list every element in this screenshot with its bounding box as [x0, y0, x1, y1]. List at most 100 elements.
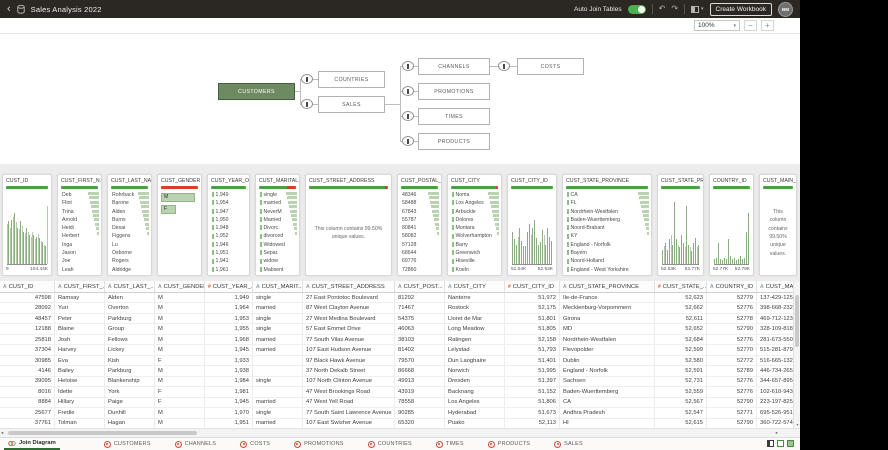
dataset-tab-countries[interactable]: COUNTRIES	[367, 440, 412, 448]
table-cell: 1,933	[205, 355, 253, 366]
table-row[interactable]: 30985 Eva Kish F 1,933 97 Black Hawk Avenue 79…	[0, 355, 800, 367]
table-row[interactable]: 47598 Ramsay Alden M 1,949 single 27 East Pont…	[0, 293, 800, 304]
table-row[interactable]: 28092 Yuri Overton M 1,964 married 87 West Cla…	[0, 303, 800, 314]
dataset-tab-costs[interactable]: COSTS	[240, 440, 270, 448]
undo-icon[interactable]: ↶	[659, 5, 666, 13]
diagram-node-countries[interactable]: COUNTRIES	[318, 71, 385, 88]
back-icon[interactable]: ‹	[7, 4, 11, 15]
table-row[interactable]: 8884 Hillary Paige F 1,945 married 47 West Yel…	[0, 397, 800, 409]
diagram-node-costs[interactable]: COSTS	[517, 58, 584, 75]
histogram-bar	[694, 238, 696, 264]
dataset-tab-channels[interactable]: CHANNELS	[174, 440, 217, 448]
histogram-bar	[681, 234, 682, 264]
table-row[interactable]: 4146 Bailey Parkburg M 1,938 37 North Dekalb …	[0, 366, 800, 377]
column-tile[interactable]: CUST_YEAR_OF_...1,9491,9541,9471,9501,94…	[207, 174, 250, 276]
redo-icon[interactable]: ↷	[671, 5, 678, 13]
column-tile[interactable]: CUST_STATE_PROVINCE CA FL Nordrhein-Westfal…	[562, 174, 652, 276]
dataset-tab-customers[interactable]: CUSTOMERS	[103, 440, 151, 448]
tab-join-diagram[interactable]: Join Diagram	[4, 438, 60, 450]
table-row[interactable]: 12188 Blaine Group M 1,955 single 57 East Emme…	[0, 324, 800, 335]
column-tile[interactable]: CUST_STREET_ADDRESS This column contains …	[305, 174, 392, 276]
column-header[interactable]: A CUST_CITY	[445, 281, 505, 292]
diagram-node-sales[interactable]: SALES	[318, 96, 385, 113]
table-row[interactable]: 48457 Peter Parkburg M 1,953 single 27 West Me…	[0, 313, 800, 325]
diagram-view-icon[interactable]	[767, 440, 774, 447]
column-header[interactable]: A CUST_POST...	[395, 281, 445, 292]
column-header[interactable]: A CUST_MARIT...	[253, 281, 303, 292]
column-header[interactable]: A CUST_STREET_ADDRESS	[303, 281, 395, 292]
scroll-right-icon[interactable]: ▸	[776, 429, 778, 436]
table-cell: 1,968	[205, 334, 253, 345]
column-tile[interactable]: CUST_LAST_NA... Rohrback Barone Alden Burns D…	[107, 174, 152, 276]
column-header[interactable]: # CUST_CITY_ID	[505, 281, 560, 292]
table-row[interactable]: 37304 Harvey Lickey M 1,945 married 107 East H…	[0, 345, 800, 356]
diagram-node-promotions[interactable]: PROMOTIONS	[418, 83, 490, 100]
dataset-tab-sales[interactable]: SALES	[554, 440, 583, 448]
diagram-node-channels[interactable]: CHANNELS	[418, 58, 490, 75]
table-row[interactable]: 25677 Fredie Dunhill M 1,970 single 77 South S…	[0, 408, 800, 419]
column-tile[interactable]: CUST_FIRST_N... Deb Flint Trina Arnold Heidi H…	[57, 174, 102, 276]
column-tile[interactable]: CUST_ID 9 104.44K	[2, 174, 52, 276]
join-icon[interactable]	[498, 61, 510, 71]
vertical-scrollbar-thumb[interactable]	[795, 295, 799, 347]
column-tile[interactable]: COUNTRY_ID 52.77K 52.79K	[709, 174, 754, 276]
join-icon[interactable]	[301, 99, 313, 109]
avatar[interactable]: BM	[778, 1, 793, 17]
zoom-out-button[interactable]: −	[744, 20, 757, 31]
column-tile[interactable]: CUST_MAIN_... This column contains 99.50%…	[759, 174, 797, 276]
column-header[interactable]: A CUST_LAST_...	[105, 281, 155, 292]
column-header[interactable]: A COUNTRY_ID	[707, 281, 757, 292]
column-tile[interactable]: CUST_MARITAL... single married NeverM Marrie…	[255, 174, 300, 276]
join-icon[interactable]	[402, 136, 414, 146]
table-cell: married	[253, 345, 303, 355]
zoom-level-dropdown[interactable]: 100% ▾	[694, 20, 740, 31]
scroll-down-icon[interactable]: ▾	[794, 422, 800, 427]
column-header[interactable]: # CUST_STATE_...	[655, 281, 707, 292]
tile-histogram	[7, 199, 48, 265]
column-tile[interactable]: CUST_STATE_PR... 52.53K 52.77K	[657, 174, 704, 276]
dataset-tab-times[interactable]: TIMES	[435, 440, 464, 448]
vertical-scrollbar[interactable]: ▾	[793, 281, 800, 428]
join-icon[interactable]	[402, 111, 414, 121]
table-row[interactable]: 25818 Josh Fellows M 1,968 married 77 South Vi…	[0, 334, 800, 346]
table-cell: 71467	[395, 303, 445, 313]
table-cell: Bailey	[55, 366, 105, 376]
dataset-tab-promotions[interactable]: PROMOTIONS	[294, 440, 344, 448]
column-tile[interactable]: CUST_CITY Noma Los Angeles Arbuckle Dolores M…	[447, 174, 502, 276]
table-row[interactable]: 8016 Idette York F 1,981 47 West Brookings Ro…	[0, 387, 800, 398]
quality-bar	[566, 186, 648, 189]
diagram-node-times[interactable]: TIMES	[418, 108, 490, 125]
text-type-icon: A	[710, 283, 714, 290]
join-diagram-canvas[interactable]: CUSTOMERS COUNTRIES SALES CHANNELS PROMO…	[0, 34, 800, 164]
table-view-icon[interactable]	[787, 440, 794, 447]
column-header[interactable]: # CUST_YEAR_...	[205, 281, 253, 292]
column-header[interactable]: A CUST_STATE_PROVINCE	[560, 281, 655, 292]
join-icon[interactable]	[402, 61, 414, 71]
histogram-bar	[551, 240, 552, 264]
diagram-node-products[interactable]: PRODUCTS	[418, 133, 490, 150]
view-selector-button[interactable]: ▾	[691, 5, 704, 13]
table-row[interactable]: 39095 Heloise Blankenship M 1,984 single 107 N…	[0, 376, 800, 388]
histogram-bar	[512, 231, 513, 264]
create-workbook-button[interactable]: Create Workbook	[709, 2, 772, 16]
horizontal-scrollbar[interactable]: ◂ ▸	[0, 428, 800, 437]
histogram-bar	[530, 234, 532, 264]
column-header[interactable]: A CUST_GENDER	[155, 281, 205, 292]
column-header[interactable]: A CUST_ID	[0, 281, 55, 292]
histogram-bar	[748, 213, 749, 264]
join-icon[interactable]	[402, 86, 414, 96]
join-icon[interactable]	[301, 74, 313, 84]
table-row[interactable]: 37761 Tolman Hagan M 1,951 married 107 East Sw…	[0, 418, 800, 428]
diagram-node-customers[interactable]: CUSTOMERS	[218, 83, 295, 100]
table-cell: 1,970	[205, 408, 253, 418]
horizontal-scrollbar-thumb[interactable]	[8, 430, 197, 435]
zoom-in-button[interactable]: +	[761, 20, 774, 31]
split-view-icon[interactable]	[777, 440, 784, 447]
column-tile[interactable]: CUST_CITY_ID 51.04K 52.53K	[507, 174, 557, 276]
column-tile[interactable]: CUST_GENDER M F	[157, 174, 202, 276]
dataset-tab-products[interactable]: PRODUCTS	[487, 440, 530, 448]
auto-join-toggle[interactable]	[627, 4, 646, 14]
column-header[interactable]: A CUST_FIRST_...	[55, 281, 105, 292]
scroll-left-icon[interactable]: ◂	[1, 429, 3, 436]
column-tile[interactable]: CUST_POSTAL_... 48346 58488 67843 55787 80841…	[397, 174, 442, 276]
